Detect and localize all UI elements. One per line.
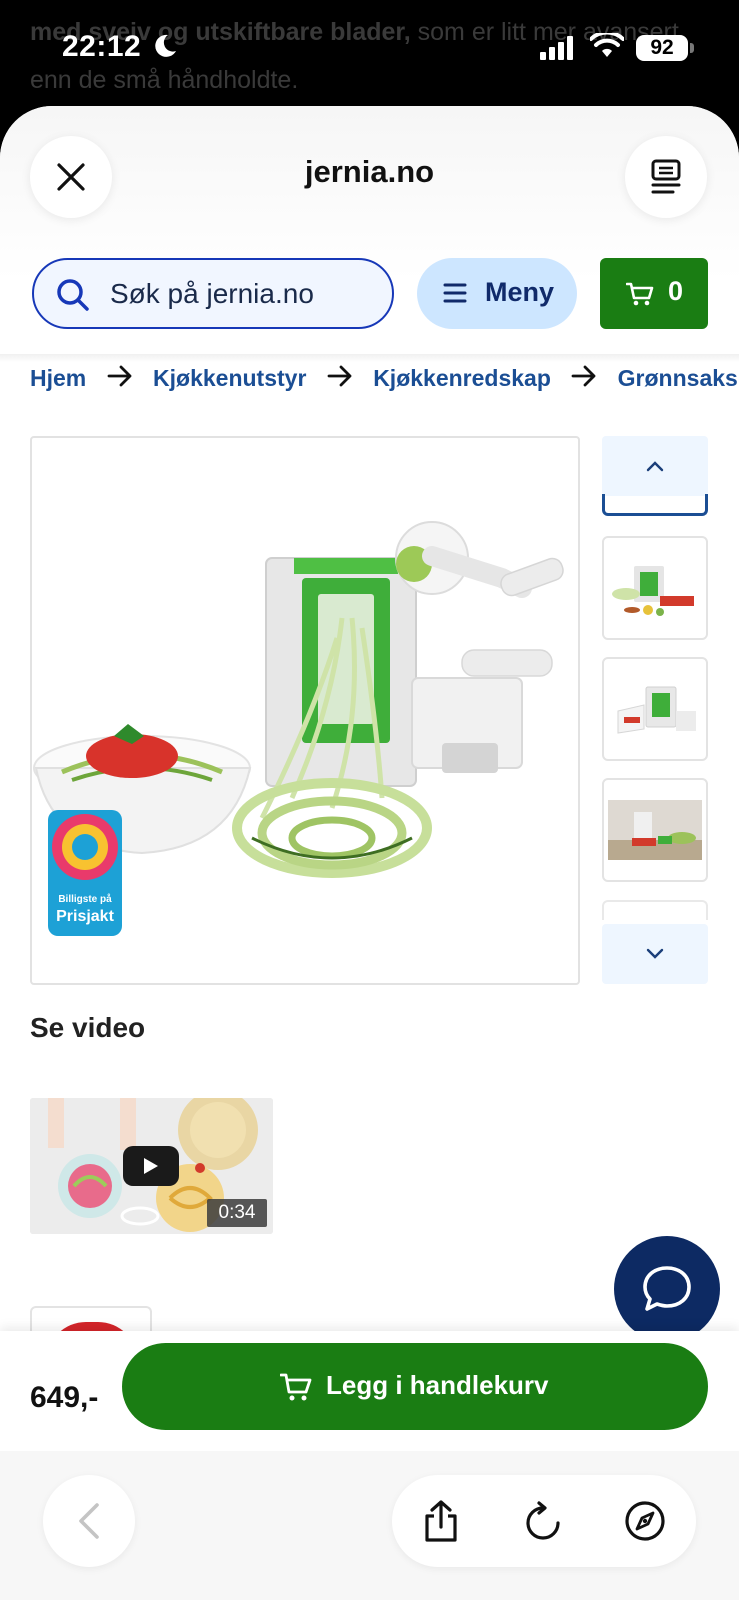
play-icon	[144, 1158, 158, 1174]
arrow-right-icon	[107, 365, 133, 393]
browser-sheet: jernia.no Søk på jernia.no Meny 0 Hjem K…	[0, 106, 739, 1600]
arrow-right-icon	[327, 365, 353, 393]
product-price: 649,-	[30, 1381, 99, 1414]
breadcrumb: Hjem Kjøkkenutstyr Kjøkkenredskap Grønns…	[30, 364, 739, 404]
chat-bubble-icon	[643, 1266, 691, 1311]
search-placeholder: Søk på jernia.no	[110, 278, 314, 309]
browser-toolbar	[0, 1451, 739, 1600]
breadcrumb-link-kitchen-tools[interactable]: Kjøkkenredskap	[373, 365, 551, 392]
reload-button[interactable]	[520, 1498, 566, 1544]
header-divider	[0, 354, 739, 362]
video-duration: 0:34	[207, 1199, 267, 1227]
prisjakt-badge: Billigste på Prisjakt	[48, 810, 122, 936]
prisjakt-logo-center	[72, 834, 98, 860]
menu-label: Meny	[485, 277, 555, 307]
breadcrumb-link-vegetable-cutters[interactable]: Grønnsaksk	[618, 365, 739, 392]
thumbnail-selected[interactable]	[602, 494, 708, 516]
breadcrumb-link-home[interactable]: Hjem	[30, 365, 86, 392]
reader-view-icon	[651, 159, 681, 194]
chat-button[interactable]	[614, 1236, 720, 1342]
badge-subtitle: Billigste på	[58, 894, 112, 905]
compass-icon	[625, 1501, 665, 1541]
thumbnails-scroll-down-button[interactable]	[602, 924, 708, 984]
moon-icon	[152, 33, 178, 64]
thumbnails-scroll-up-button[interactable]	[602, 436, 708, 496]
search-input[interactable]: Søk på jernia.no	[32, 258, 394, 329]
cart-count: 0	[668, 276, 684, 306]
back-button[interactable]	[43, 1475, 135, 1567]
badge-title: Prisjakt	[56, 908, 114, 925]
compass-button[interactable]	[622, 1498, 668, 1544]
chevron-down-icon	[646, 948, 664, 959]
share-button[interactable]	[418, 1498, 464, 1544]
thumbnail-image	[608, 800, 702, 860]
breadcrumb-link-kitchenware[interactable]: Kjøkkenutstyr	[153, 365, 306, 392]
cart-icon	[280, 1373, 312, 1401]
battery-indicator: 92	[636, 35, 688, 61]
video-section-title: Se video	[30, 1012, 146, 1043]
product-main-image[interactable]: Billigste på Prisjakt	[30, 436, 580, 985]
menu-button[interactable]: Meny	[417, 258, 577, 329]
add-to-cart-button[interactable]: Legg i handlekurv	[122, 1343, 708, 1430]
arrow-right-icon	[571, 365, 597, 393]
chevron-left-icon	[79, 1503, 99, 1539]
thumbnail-3[interactable]	[602, 657, 708, 761]
add-to-cart-label: Legg i handlekurv	[326, 1370, 549, 1400]
sheet-header: jernia.no Søk på jernia.no Meny 0	[0, 106, 739, 356]
cellular-signal-icon	[540, 36, 574, 65]
reader-view-button[interactable]	[625, 136, 707, 218]
status-time: 22:12	[62, 30, 142, 63]
browser-tools	[392, 1475, 696, 1567]
status-bar: med sveiv og utskiftbare blader, som er …	[0, 0, 739, 110]
play-button[interactable]	[123, 1146, 179, 1186]
hamburger-icon	[443, 283, 467, 303]
video-thumbnail[interactable]: 0:34	[30, 1098, 273, 1234]
battery-tip	[690, 43, 694, 53]
reload-icon	[526, 1501, 560, 1540]
search-icon	[57, 279, 89, 311]
cart-button[interactable]: 0	[600, 258, 708, 329]
thumbnail-4[interactable]	[602, 778, 708, 882]
cart-icon	[626, 282, 654, 306]
thumbnail-image	[617, 686, 696, 734]
share-icon	[425, 1500, 457, 1542]
wifi-icon	[589, 30, 625, 64]
chevron-up-icon	[646, 461, 664, 472]
thumbnail-image	[612, 566, 694, 616]
thumbnail-5[interactable]	[602, 900, 708, 920]
thumbnail-2[interactable]	[602, 536, 708, 640]
purchase-bar: 649,- Legg i handlekurv	[0, 1331, 739, 1600]
